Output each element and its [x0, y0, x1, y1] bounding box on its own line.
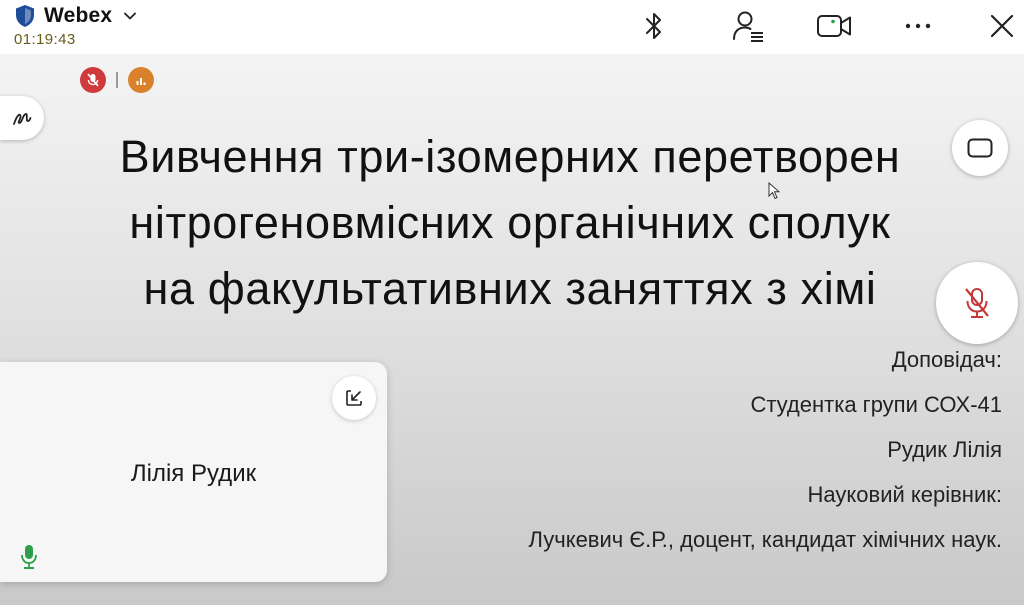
collapse-arrow-icon [346, 390, 362, 406]
divider [116, 72, 118, 88]
more-icon [905, 23, 931, 29]
slide-author-block: Доповідач: Студентка групи СОХ-41 Рудик … [529, 346, 1002, 571]
app-menu-button[interactable]: Webex [14, 4, 138, 28]
microphone-active-icon [21, 545, 37, 569]
slide-title: Вивчення три-ізомерних перетворен нітрог… [0, 124, 1024, 322]
mouse-pointer-icon [768, 181, 781, 200]
presenter-label: Доповідач: [891, 347, 1002, 372]
webex-shield-icon [16, 5, 34, 27]
supervisor-name: Лучкевич Є.Р., доцент, кандидат хімічних… [528, 527, 1002, 552]
layout-icon [967, 138, 993, 158]
top-bar: Webex 01:19:43 [0, 0, 1024, 54]
meeting-timer: 01:19:43 [14, 31, 76, 48]
bluetooth-icon [646, 13, 661, 39]
participants-button[interactable] [730, 9, 766, 43]
audio-level-icon [128, 67, 154, 93]
video-button[interactable] [816, 9, 852, 43]
video-camera-icon [817, 15, 851, 37]
microphone-muted-icon [965, 288, 989, 318]
app-title: Webex [44, 4, 113, 27]
self-view-tile[interactable]: Лілія Рудик [0, 362, 387, 582]
presenter-status [80, 67, 154, 93]
chevron-down-icon [124, 12, 137, 20]
close-button[interactable] [984, 9, 1020, 43]
muted-status-icon [80, 67, 106, 93]
student-group: Студентка групи СОХ-41 [750, 392, 1002, 417]
self-view-name: Лілія Рудик [130, 460, 257, 487]
unmute-button[interactable] [936, 262, 1018, 344]
layout-button[interactable] [952, 120, 1008, 176]
slide-title-line: Вивчення три-ізомерних перетворен [119, 131, 901, 182]
supervisor-label: Науковий керівник: [807, 482, 1002, 507]
close-icon [990, 14, 1014, 38]
webex-meeting-window: Webex 01:19:43 Вивчення три-ізомерних пе… [0, 0, 1024, 605]
slide-title-line: на факультативних заняттях з хімі [143, 263, 877, 314]
participants-icon [733, 11, 763, 42]
student-name: Рудик Лілія [887, 437, 1002, 462]
shared-content-area: Вивчення три-ізомерних перетворен нітрог… [0, 54, 1024, 605]
bluetooth-button[interactable] [636, 9, 672, 43]
expand-self-view-button[interactable] [332, 376, 376, 420]
more-options-button[interactable] [900, 9, 936, 43]
slide-title-line: нітрогеновмісних органічних сполук [129, 197, 891, 248]
